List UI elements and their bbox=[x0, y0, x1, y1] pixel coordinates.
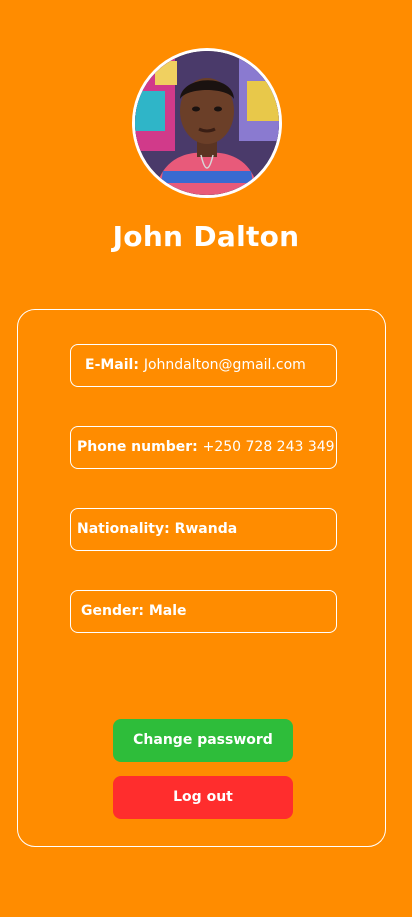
gender-value: Male bbox=[148, 603, 187, 619]
phone-field: Phone number: +250 728 243 349 bbox=[70, 426, 337, 469]
email-value: Johndalton@gmail.com bbox=[143, 357, 306, 373]
profile-details-card: E-Mail: Johndalton@gmail.com Phone numbe… bbox=[17, 309, 386, 847]
email-label: E-Mail: bbox=[85, 357, 144, 373]
email-field: E-Mail: Johndalton@gmail.com bbox=[70, 344, 337, 387]
nationality-field: Nationality: Rwanda bbox=[70, 508, 337, 551]
nationality-label: Nationality: bbox=[77, 521, 175, 537]
gender-field: Gender: Male bbox=[70, 590, 337, 633]
change-password-button[interactable]: Change password bbox=[113, 719, 293, 762]
profile-name: John Dalton bbox=[112, 220, 300, 253]
avatar-photo bbox=[135, 51, 279, 195]
gender-label: Gender: bbox=[81, 603, 149, 619]
profile-avatar bbox=[132, 48, 282, 198]
phone-value: +250 728 243 349 bbox=[202, 439, 335, 455]
logout-button[interactable]: Log out bbox=[113, 776, 293, 819]
nationality-value: Rwanda bbox=[174, 521, 238, 537]
phone-label: Phone number: bbox=[77, 439, 203, 455]
